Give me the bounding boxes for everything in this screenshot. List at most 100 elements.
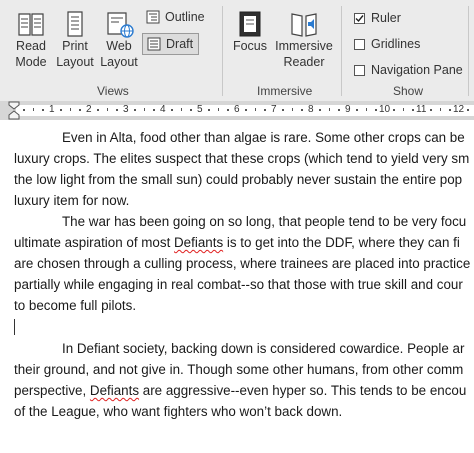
ruler-number: 1 xyxy=(49,104,55,115)
ruler-checkbox[interactable]: Ruler xyxy=(354,11,401,25)
document-body[interactable]: Even in Alta, food other than algae is r… xyxy=(0,120,474,453)
print-layout-label-2: Layout xyxy=(56,55,94,69)
ruler-number: 4 xyxy=(160,104,166,115)
focus-icon xyxy=(239,11,261,37)
ruler-dot xyxy=(264,109,266,111)
ruler-number: 10 xyxy=(379,104,391,115)
web-layout-icon xyxy=(107,12,134,38)
text-line: the low light from the small sun) could … xyxy=(14,172,463,187)
ruler-number: 9 xyxy=(345,104,351,115)
navigation-pane-label: Navigation Pane xyxy=(371,63,463,77)
ruler-dot xyxy=(356,109,358,111)
ribbon-view-tab: Read Mode Print Layout Web Layout Outlin… xyxy=(0,0,474,101)
misspelled-word[interactable]: Defiants xyxy=(174,235,223,250)
outline-button[interactable]: Outline xyxy=(146,10,205,24)
ruler-tick xyxy=(218,108,219,111)
text-line: luxury item for now. xyxy=(14,193,130,208)
ruler-number: 5 xyxy=(197,104,203,115)
misspelled-word[interactable]: Defiants xyxy=(90,383,139,398)
gridlines-checkbox-box[interactable] xyxy=(354,38,365,50)
ruler-number: 12 xyxy=(453,104,465,115)
ruler-tick xyxy=(33,108,34,111)
ruler-dot xyxy=(134,109,136,111)
immersive-reader-label-1: Immersive xyxy=(275,39,333,53)
ruler-tick xyxy=(292,108,293,111)
ruler-tick xyxy=(366,108,367,111)
ruler-dot xyxy=(467,109,469,111)
ruler-tick xyxy=(70,108,71,111)
ruler-number: 8 xyxy=(308,104,314,115)
read-mode-label-2: Mode xyxy=(15,55,47,69)
ruler-tick xyxy=(403,108,404,111)
read-mode-button[interactable]: Read Mode xyxy=(11,10,51,70)
immersive-group-label: Immersive xyxy=(257,84,313,98)
ruler-tick xyxy=(255,108,256,111)
views-group-label: Views xyxy=(97,84,129,98)
ruler-dot xyxy=(449,109,451,111)
immersive-reader-button[interactable]: Immersive Reader xyxy=(274,10,334,70)
checkmark-icon xyxy=(355,14,364,22)
ruler-tick xyxy=(181,108,182,111)
ruler-number: 3 xyxy=(123,104,129,115)
text-line: to become full pilots. xyxy=(14,298,137,313)
draft-icon xyxy=(147,37,161,51)
text-run: are aggressive--even hyper so. This tend… xyxy=(139,383,467,398)
group-separator xyxy=(341,6,342,96)
text-cursor xyxy=(14,319,15,335)
navigation-pane-checkbox[interactable]: Navigation Pane xyxy=(354,63,463,77)
show-group-label: Show xyxy=(393,84,424,98)
ruler-dot xyxy=(301,109,303,111)
ruler-dot xyxy=(227,109,229,111)
immersive-reader-icon xyxy=(291,13,317,37)
web-layout-label-2: Layout xyxy=(100,55,138,69)
ruler-tick xyxy=(144,108,145,111)
ruler-number: 6 xyxy=(234,104,240,115)
text-line: ultimate aspiration of most Defiants is … xyxy=(14,235,460,250)
print-layout-label-1: Print xyxy=(62,39,88,53)
ruler-dot xyxy=(393,109,395,111)
text-line: In Defiant society, backing down is cons… xyxy=(62,341,465,356)
ruler-tick xyxy=(107,108,108,111)
read-mode-icon xyxy=(18,13,44,36)
group-separator xyxy=(468,6,469,96)
ruler-label: Ruler xyxy=(371,11,401,25)
horizontal-ruler[interactable]: 1 2 3 4 5 6 7 8 9 10 11 12 xyxy=(0,101,474,120)
group-separator xyxy=(222,6,223,96)
ruler-dot xyxy=(42,109,44,111)
ruler-number: 2 xyxy=(86,104,92,115)
text-line: are chosen through a culling process, wh… xyxy=(14,256,471,271)
draft-button[interactable]: Draft xyxy=(142,33,200,55)
ruler-dot xyxy=(338,109,340,111)
outline-label: Outline xyxy=(165,10,205,24)
ruler-tick xyxy=(440,108,441,111)
focus-button[interactable]: Focus xyxy=(231,10,269,54)
ruler-dot xyxy=(23,109,25,111)
text-run: ultimate aspiration of most xyxy=(14,235,175,250)
ruler-dot xyxy=(245,109,247,111)
web-layout-button[interactable]: Web Layout xyxy=(98,10,140,70)
ruler-dot xyxy=(97,109,99,111)
text-line: their ground, and not give in. Though so… xyxy=(14,362,464,377)
ruler-dot xyxy=(60,109,62,111)
gridlines-label: Gridlines xyxy=(371,37,421,51)
ruler-dot xyxy=(116,109,118,111)
text-line: luxury crops. The elites suspect that th… xyxy=(14,151,470,166)
indent-marker-icon[interactable] xyxy=(8,101,20,120)
ruler-dot xyxy=(79,109,81,111)
text-run: is to get into the DDF, where they can f… xyxy=(223,235,460,250)
ruler-dot xyxy=(208,109,210,111)
print-layout-button[interactable]: Print Layout xyxy=(55,10,95,70)
ruler-checkbox-box[interactable] xyxy=(354,12,365,24)
navigation-pane-checkbox-box[interactable] xyxy=(354,64,365,76)
immersive-reader-label-2: Reader xyxy=(283,55,325,69)
ruler-number: 11 xyxy=(416,104,427,115)
text-line: Even in Alta, food other than algae is r… xyxy=(62,130,465,145)
text-line: partially while engaging in real combat-… xyxy=(14,277,463,292)
focus-label: Focus xyxy=(232,39,268,53)
print-layout-icon xyxy=(67,11,83,37)
gridlines-checkbox[interactable]: Gridlines xyxy=(354,37,420,51)
text-line: perspective, Defiants are aggressive--ev… xyxy=(14,383,466,398)
ruler-dot xyxy=(282,109,284,111)
ruler-dot xyxy=(375,109,377,111)
web-layout-label-1: Web xyxy=(106,39,132,53)
